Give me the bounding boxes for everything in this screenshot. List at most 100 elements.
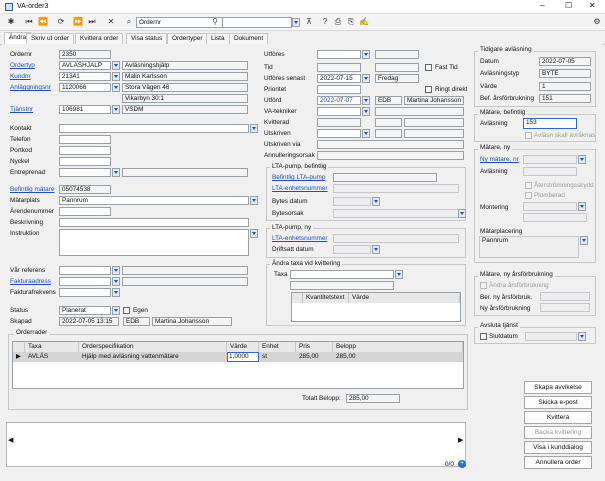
tjanstnr-link[interactable]: Tjänstnr xyxy=(10,105,33,114)
sign-icon[interactable]: ✍ xyxy=(359,17,369,27)
utfores-senast-field[interactable]: 2022-07-15 xyxy=(317,74,361,83)
matplats-field[interactable]: Pannrum xyxy=(59,196,249,205)
tab-dokument[interactable]: Dokument xyxy=(229,33,269,44)
utfores-field[interactable] xyxy=(317,50,361,59)
filter-icon[interactable]: ⚲ xyxy=(210,17,220,27)
fast-tid-checkbox[interactable] xyxy=(425,64,432,71)
kontakt-dropdown[interactable] xyxy=(250,124,258,133)
minimize-icon[interactable]: – xyxy=(540,1,544,10)
kontakt-field[interactable] xyxy=(59,124,249,133)
help-icon[interactable]: ? xyxy=(320,17,330,27)
kundnr-field[interactable]: 21341 xyxy=(59,72,111,81)
fakturaadress-link[interactable]: Fakturaadress xyxy=(10,277,51,286)
pin-icon[interactable]: ⊼ xyxy=(304,17,314,27)
var-referens-dropdown[interactable] xyxy=(112,266,120,275)
skicka-epost-button[interactable]: Skicka e-post xyxy=(524,396,592,409)
tab-kvittera-order[interactable]: Kvittera order xyxy=(75,33,124,44)
ordertyp-code-field[interactable]: AVLÄSHJÄLP xyxy=(59,61,111,70)
utford-dropdown[interactable] xyxy=(362,96,370,105)
next-record-icon[interactable]: ⏩ xyxy=(73,17,83,27)
slutdatum-dropdown[interactable] xyxy=(578,332,586,341)
refresh-icon[interactable]: ⟳ xyxy=(56,17,66,27)
filter-dropdown[interactable] xyxy=(292,18,300,27)
scroll-right-icon[interactable]: ▶ xyxy=(458,436,463,445)
tab-ordertyper[interactable]: Ordertyper xyxy=(167,33,208,44)
telefon-field[interactable] xyxy=(59,135,111,144)
first-record-icon[interactable]: ⏮ xyxy=(24,17,34,27)
va-tekniker-dropdown[interactable] xyxy=(362,107,370,116)
avlasning-field[interactable]: 153 xyxy=(523,118,577,129)
utford-field[interactable]: 2022-07-07 xyxy=(317,96,361,105)
portkod-field[interactable] xyxy=(59,146,111,155)
kundnr-dropdown[interactable] xyxy=(112,72,120,81)
taxa-field[interactable] xyxy=(290,270,394,279)
tjanstnr-field[interactable]: 106981 xyxy=(59,105,111,114)
fakturaadress-dropdown[interactable] xyxy=(112,277,120,286)
instruktion-dropdown[interactable] xyxy=(250,229,258,238)
lta-bef-enhet-link[interactable]: LTA-enhetsnummer xyxy=(272,184,328,193)
back-icon[interactable]: ✱ xyxy=(6,17,16,27)
taxa-grid[interactable]: Kvantitetstext Värde xyxy=(291,292,461,322)
lta-ny-enhet-link[interactable]: LTA-enhetsnummer xyxy=(272,234,328,243)
andra-ars-checkbox[interactable] xyxy=(480,282,487,289)
last-record-icon[interactable]: ⏭ xyxy=(87,17,97,27)
print-icon[interactable]: ⎘ xyxy=(346,17,356,27)
fakturafrekvens-field[interactable] xyxy=(59,288,111,297)
var-referens-field[interactable] xyxy=(59,266,111,275)
close-icon[interactable]: ✕ xyxy=(589,1,596,10)
scroll-left-icon[interactable]: ◀ xyxy=(8,436,13,445)
visa-kunddialog-button[interactable]: Visa i kunddialog xyxy=(524,441,592,454)
bytesorsak-dropdown[interactable] xyxy=(458,209,466,218)
tjanstnr-dropdown[interactable] xyxy=(112,105,120,114)
tab-lista[interactable]: Lista xyxy=(206,33,230,44)
anlaggningsnr-link[interactable]: Anläggningsnr xyxy=(10,83,51,92)
avlasn-skall-checkbox[interactable] xyxy=(525,132,532,139)
print-preview-icon[interactable]: ⎙ xyxy=(333,17,343,27)
ny-matare-link[interactable]: Ny mätare, nr xyxy=(480,155,519,164)
egen-checkbox[interactable] xyxy=(123,307,130,314)
ordertyp-link[interactable]: Ordertyp xyxy=(10,61,35,70)
status-dropdown[interactable] xyxy=(112,306,120,315)
taxa-dropdown[interactable] xyxy=(395,270,403,279)
bytes-datum-dropdown[interactable] xyxy=(372,197,380,206)
utskriven-field[interactable] xyxy=(317,129,361,138)
kundnr-link[interactable]: Kundnr xyxy=(10,72,31,81)
matplacering-dropdown[interactable] xyxy=(580,236,588,245)
anlaggningsnr-dropdown[interactable] xyxy=(112,83,120,92)
tab-visa-status[interactable]: Visa status xyxy=(126,33,168,44)
table-row[interactable]: ▶ AVLÄS Hjälp med avläsning vattenmätare… xyxy=(13,352,463,362)
matplats-dropdown[interactable] xyxy=(250,196,258,205)
annullera-order-button[interactable]: Annullera order xyxy=(524,456,592,469)
entreprenad-dropdown[interactable] xyxy=(112,168,120,177)
beskrivning-field[interactable] xyxy=(59,218,249,227)
lta-bef-pump-link[interactable]: Befintlig LTA-pump xyxy=(272,173,325,182)
anlaggningsnr-field[interactable]: 1120066 xyxy=(59,83,111,92)
plomberad-checkbox[interactable] xyxy=(525,192,532,199)
instruktion-textarea[interactable] xyxy=(59,229,249,256)
tid-from-field[interactable] xyxy=(317,63,361,72)
maximize-icon[interactable]: ☐ xyxy=(565,1,572,10)
tab-skriv-ut-order[interactable]: Skriv ut order xyxy=(26,33,75,44)
utskriven-dropdown[interactable] xyxy=(362,129,370,138)
ringt-direkt-checkbox[interactable] xyxy=(425,86,432,93)
backa-kvittering-button[interactable]: Backa kvittering xyxy=(524,426,592,439)
prioritet-field[interactable] xyxy=(317,85,361,94)
aterstromning-checkbox[interactable] xyxy=(525,182,532,189)
search-icon[interactable]: ⌕ xyxy=(124,17,134,27)
orderrader-grid[interactable]: Taxa Orderspecifikation Värde Enhet Pris… xyxy=(12,341,464,389)
status-field[interactable]: Planerat xyxy=(59,306,111,315)
entreprenad-field[interactable] xyxy=(59,168,111,177)
delete-icon[interactable]: ✕ xyxy=(106,17,116,27)
tid-to-field[interactable] xyxy=(375,63,419,72)
slutdatum-checkbox[interactable] xyxy=(480,333,487,340)
utfores-dropdown[interactable] xyxy=(362,50,370,59)
montering-dropdown[interactable] xyxy=(578,202,586,211)
ordernr-field[interactable]: 2350 xyxy=(59,50,111,59)
ordertyp-dropdown[interactable] xyxy=(112,61,120,70)
settings-icon[interactable]: ⚙ xyxy=(592,17,602,27)
attachment-panel[interactable] xyxy=(6,422,466,467)
filter-field[interactable] xyxy=(222,17,292,28)
utfores-senast-dropdown[interactable] xyxy=(362,74,370,83)
va-tekniker-field[interactable] xyxy=(317,107,361,116)
driftsatt-dropdown[interactable] xyxy=(372,245,380,254)
